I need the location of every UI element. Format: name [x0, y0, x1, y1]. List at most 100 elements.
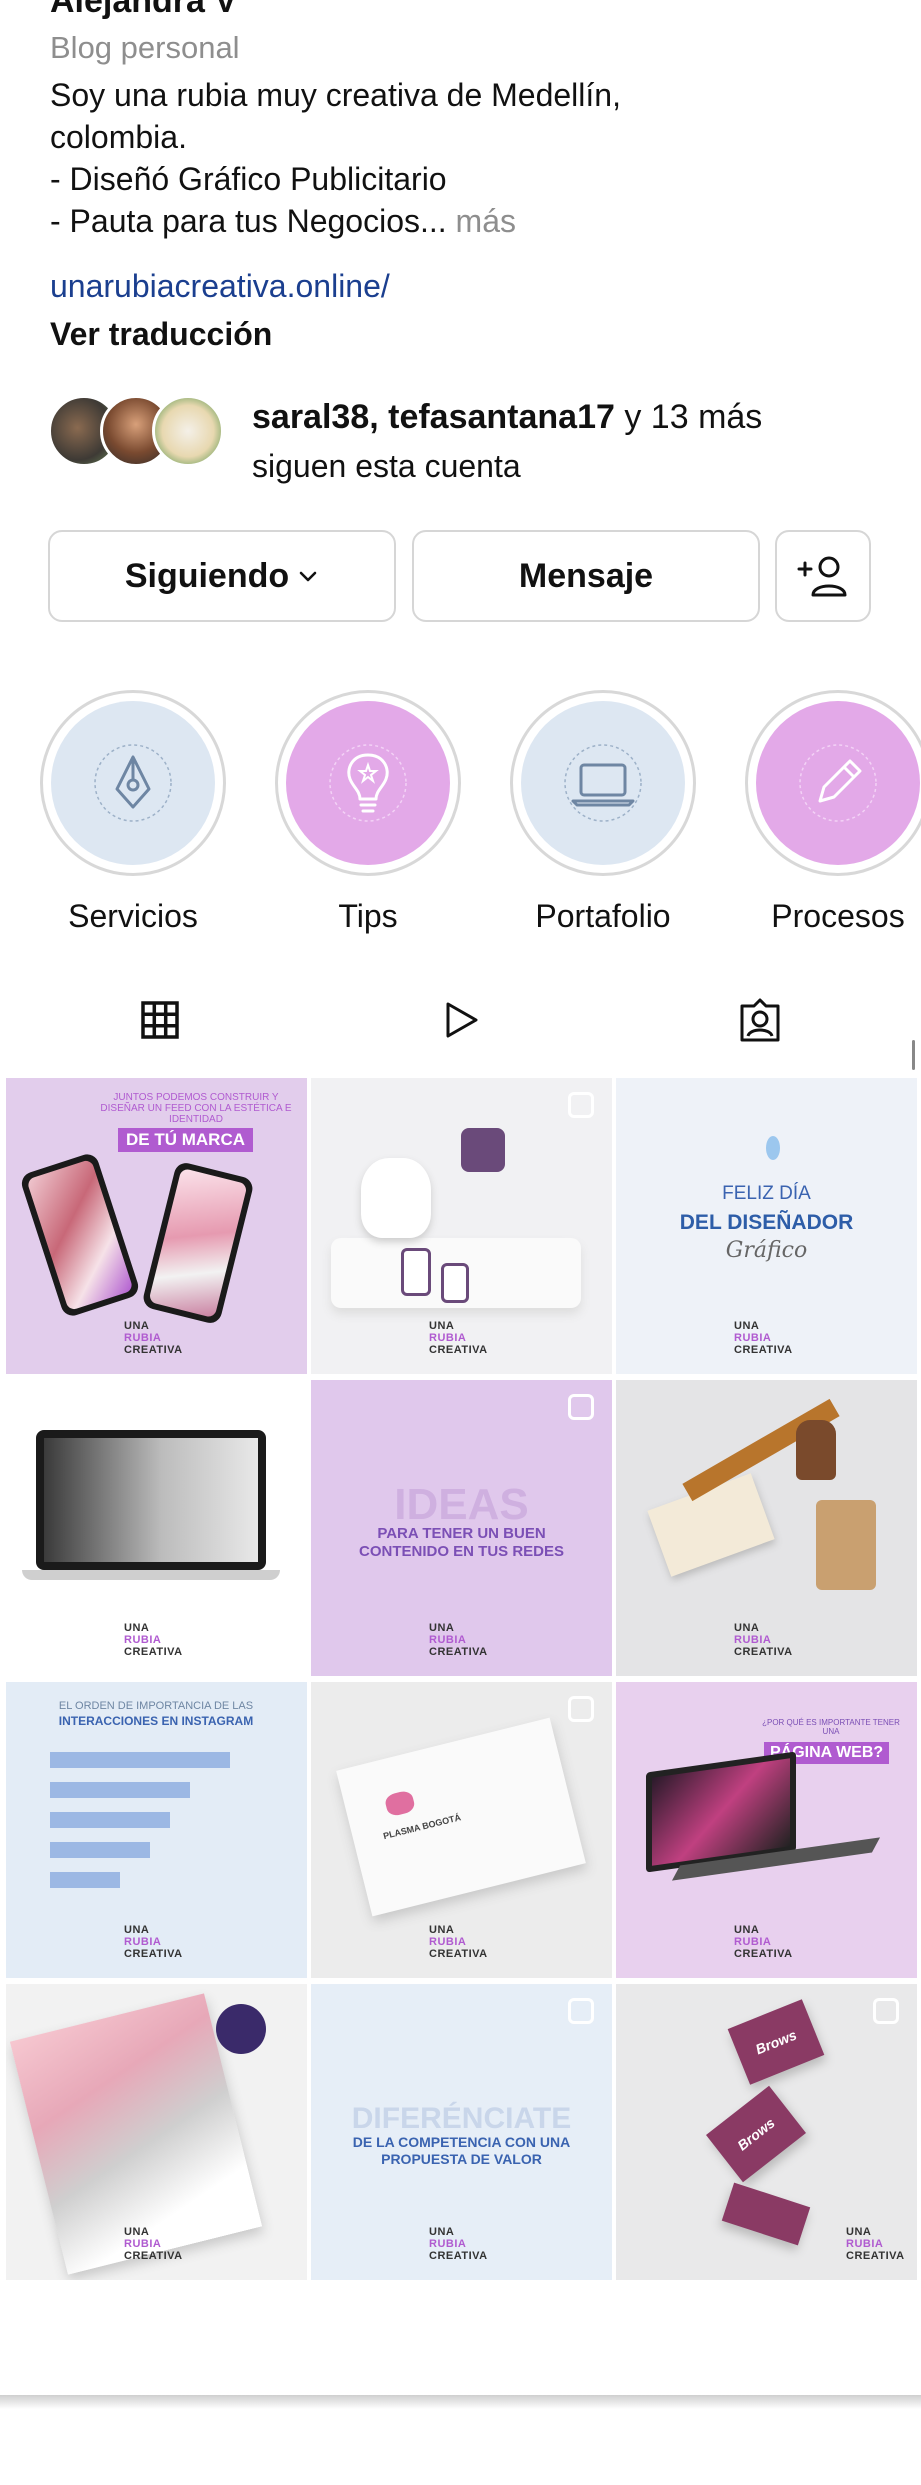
- multi-post-icon: [568, 1092, 594, 1118]
- post-caption: DIFERÉNCIATE: [351, 2102, 572, 2135]
- bio-line: Soy una rubia muy creativa de Medellín,: [50, 77, 621, 113]
- card-text: PLASMA BOGOTÁ: [382, 1812, 462, 1842]
- pencil-icon: [799, 744, 877, 822]
- message-label: Mensaje: [518, 556, 654, 595]
- add-user-button[interactable]: [775, 530, 871, 622]
- brand-mark: UNA RUBIA CREATIVA: [846, 2226, 905, 2262]
- post-caption: IDEAS: [394, 1480, 529, 1529]
- bar-shape: [50, 1752, 230, 1768]
- tab-reels[interactable]: [360, 985, 560, 1055]
- post-tile[interactable]: UNA RUBIA CREATIVA: [616, 1380, 917, 1676]
- highlight-label: Portafolio: [535, 898, 671, 934]
- laptop-base: [22, 1570, 280, 1580]
- bio-line-text: - Pauta para tus Negocios...: [50, 203, 447, 239]
- more-link[interactable]: más: [456, 203, 516, 239]
- product-bottle: [441, 1263, 469, 1303]
- highlight-ring: [510, 690, 696, 876]
- highlight-ring: [745, 690, 921, 876]
- highlight-label: Servicios: [68, 898, 198, 934]
- post-tile[interactable]: IDEAS PARA TENER UN BUEN CONTENIDO EN TU…: [311, 1380, 612, 1676]
- post-tile[interactable]: DIFERÉNCIATE DE LA COMPETENCIA CON UNA P…: [311, 1984, 612, 2280]
- lightbulb-icon: [329, 744, 407, 822]
- product-bottle: [401, 1248, 431, 1296]
- see-translation-link[interactable]: Ver traducción: [50, 316, 272, 353]
- multi-post-icon: [873, 1998, 899, 2024]
- profile-bio: Soy una rubia muy creativa de Medellín, …: [50, 74, 870, 242]
- diffuser-vase: [361, 1158, 431, 1238]
- lightbulb-icon: [766, 1136, 780, 1160]
- post-caption: EL ORDEN DE IMPORTANCIA DE LAS: [58, 1700, 254, 1712]
- post-tile[interactable]: PLASMA BOGOTÁ UNA RUBIA CREATIVA: [311, 1682, 612, 1978]
- bio-line: - Pauta para tus Negocios... más: [50, 200, 870, 242]
- message-button[interactable]: Mensaje: [412, 530, 760, 622]
- business-card: Brows: [706, 2085, 806, 2183]
- brand-mark: UNA RUBIA CREATIVA: [429, 1924, 488, 1960]
- reels-icon: [446, 1002, 478, 1038]
- multi-post-icon: [568, 1394, 594, 1420]
- add-user-icon: [797, 556, 847, 597]
- highlight-cover: [756, 701, 920, 865]
- scroll-indicator: [912, 1040, 915, 1070]
- laptop-icon: [564, 744, 642, 822]
- followed-by-suffix: siguen esta cuenta: [252, 448, 521, 484]
- post-caption: ¿POR QUÉ ES IMPORTANTE TENER UNA: [762, 1718, 900, 1736]
- following-button[interactable]: Siguiendo: [48, 530, 396, 622]
- brand-mark: UNA RUBIA CREATIVA: [429, 1320, 488, 1356]
- bar-shape: [50, 1842, 150, 1858]
- post-tile[interactable]: UNA RUBIA CREATIVA: [6, 1380, 307, 1676]
- followed-by-connector: y 13 más: [624, 398, 763, 436]
- badge: [216, 2004, 266, 2054]
- brand-mark: UNA RUBIA CREATIVA: [429, 2226, 488, 2262]
- post-headline: PARA TENER UN BUEN CONTENIDO EN TUS REDE…: [358, 1525, 565, 1560]
- post-headline: INTERACCIONES EN INSTAGRAM: [58, 1714, 254, 1728]
- highlight-label: Tips: [338, 898, 398, 934]
- tab-tagged[interactable]: [660, 985, 860, 1055]
- highlight-procesos[interactable]: Procesos: [745, 690, 921, 935]
- follower-names[interactable]: saral38, tefasantana17: [252, 398, 615, 436]
- profile-screen: Alejandra V Blog personal Soy una rubia …: [0, 0, 921, 2400]
- post-tile[interactable]: UNA RUBIA CREATIVA: [6, 1984, 307, 2280]
- phone-mockup: [141, 1160, 255, 1326]
- brand-mark: UNA RUBIA CREATIVA: [734, 1320, 793, 1356]
- post-tile[interactable]: JUNTOS PODEMOS CONSTRUIR Y DISEÑAR UN FE…: [6, 1078, 307, 1374]
- post-headline: DE LA COMPETENCIA CON UNA PROPUESTA DE V…: [352, 2134, 571, 2167]
- following-label: Siguiendo: [124, 556, 290, 595]
- highlight-label: Procesos: [771, 898, 905, 934]
- post-tile[interactable]: UNA RUBIA CREATIVA: [311, 1078, 612, 1374]
- follower-avatar[interactable]: [152, 395, 224, 467]
- kraft-bag: [816, 1500, 876, 1590]
- bar-shape: [50, 1872, 120, 1888]
- highlight-tips[interactable]: Tips: [275, 690, 461, 935]
- post-tile[interactable]: ¿POR QUÉ ES IMPORTANTE TENER UNA PÁGINA …: [616, 1682, 917, 1978]
- multi-post-icon: [568, 1696, 594, 1722]
- business-card: [721, 2182, 811, 2246]
- chevron-down-icon: [299, 571, 317, 582]
- page-edge-shadow: [0, 2395, 921, 2409]
- bio-line: colombia.: [50, 119, 187, 155]
- website-link[interactable]: unarubiacreativa.online/: [50, 268, 390, 305]
- multi-post-icon: [568, 1998, 594, 2024]
- grid-icon: [141, 1001, 179, 1039]
- tab-grid[interactable]: [60, 985, 260, 1055]
- pen-tool-icon: [94, 744, 172, 822]
- laptop-mockup: [36, 1430, 266, 1570]
- highlight-portafolio[interactable]: Portafolio: [510, 690, 696, 935]
- business-card: PLASMA BOGOTÁ: [336, 1717, 586, 1917]
- followed-by-text[interactable]: saral38, tefasantana17 y 13 más: [252, 398, 762, 437]
- brand-mark: UNA RUBIA CREATIVA: [124, 2226, 183, 2262]
- highlight-ring: [40, 690, 226, 876]
- brand-mark: UNA RUBIA CREATIVA: [124, 1924, 183, 1960]
- post-headline: DE TÚ MARCA: [118, 1128, 253, 1152]
- post-tile[interactable]: EL ORDEN DE IMPORTANCIA DE LAS INTERACCI…: [6, 1682, 307, 1978]
- post-tile[interactable]: FELIZ DÍA DEL DISEÑADOR Gráfico UNA RUBIA…: [616, 1078, 917, 1374]
- business-card: Brows: [727, 1999, 825, 2085]
- bar-shape: [50, 1782, 190, 1798]
- post-caption: FELIZ DÍA: [722, 1183, 811, 1204]
- highlight-servicios[interactable]: Servicios: [40, 690, 226, 935]
- brand-mark: UNA RUBIA CREATIVA: [124, 1320, 183, 1356]
- bar-shape: [50, 1812, 170, 1828]
- highlight-ring: [275, 690, 461, 876]
- highlight-cover: [521, 701, 685, 865]
- post-tile[interactable]: Brows Brows UNA RUBIA CREATIVA: [616, 1984, 917, 2280]
- brand-mark: UNA RUBIA CREATIVA: [429, 1622, 488, 1658]
